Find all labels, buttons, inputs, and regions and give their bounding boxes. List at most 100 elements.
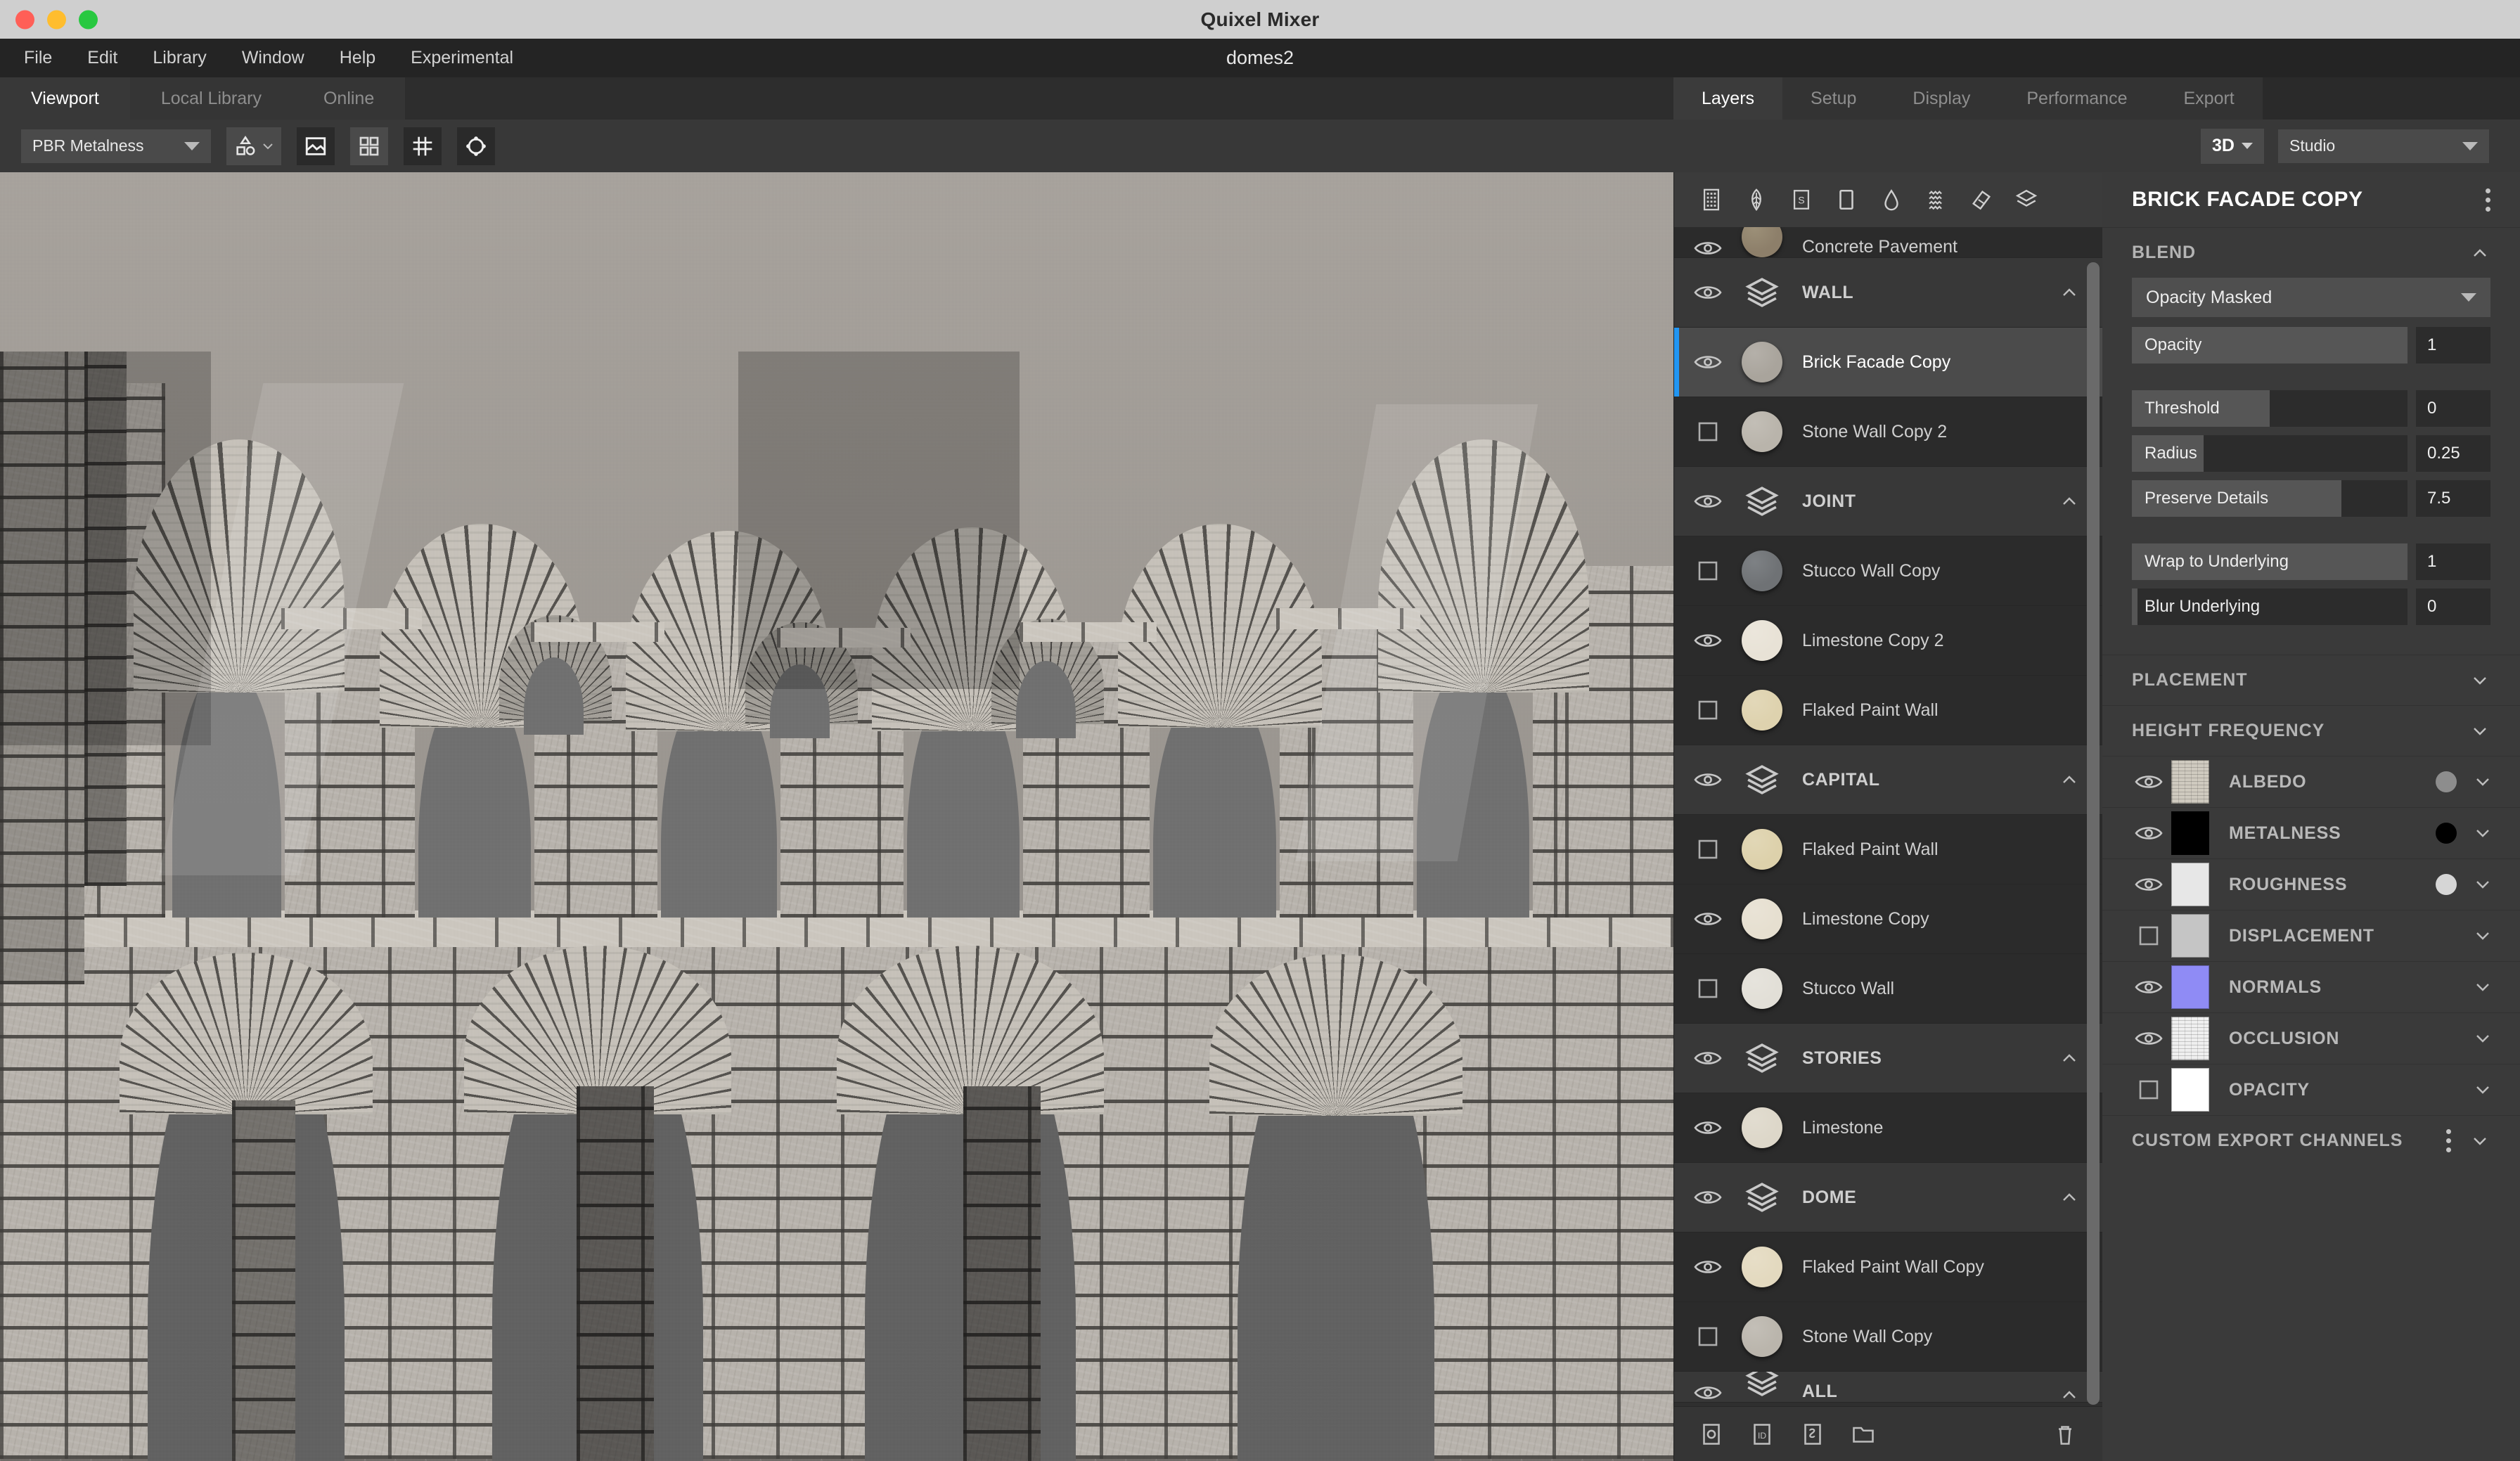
menu-file[interactable]: File: [15, 48, 70, 68]
channel-color-swatch[interactable]: [2436, 874, 2457, 895]
tab-online[interactable]: Online: [292, 77, 406, 120]
opacity-value[interactable]: 1: [2416, 327, 2490, 363]
channel-row[interactable]: ALBEDO: [2102, 756, 2520, 807]
channel-color-swatch[interactable]: [2436, 771, 2457, 792]
chevron-down-icon[interactable]: [2472, 877, 2493, 892]
primitive-shapes-button[interactable]: [226, 127, 281, 165]
paint-icon[interactable]: [1968, 186, 1995, 213]
layer-row[interactable]: Limestone Copy 2: [1674, 606, 2102, 676]
view-mode-button[interactable]: 3D: [2201, 128, 2264, 164]
visibility-eye-icon[interactable]: [2126, 824, 2171, 842]
channel-row[interactable]: METALNESS: [2102, 807, 2520, 858]
visibility-eye-icon[interactable]: [1674, 1188, 1742, 1206]
wireframe-grid-button[interactable]: [404, 127, 442, 165]
visibility-eye-icon[interactable]: [2126, 875, 2171, 894]
visibility-eye-icon[interactable]: [1674, 1258, 1742, 1276]
preserve-details-value[interactable]: 7.5: [2416, 480, 2490, 517]
radius-slider[interactable]: Radius: [2132, 435, 2408, 472]
channel-color-swatch[interactable]: [2436, 823, 2457, 844]
layer-row[interactable]: Stone Wall Copy 2: [1674, 397, 2102, 467]
layer-group-row[interactable]: STORIES: [1674, 1024, 2102, 1093]
maximize-window-button[interactable]: [79, 10, 98, 29]
chevron-up-icon[interactable]: [2059, 1051, 2080, 1065]
brick-pattern-icon[interactable]: [1698, 186, 1725, 213]
section-header-custom-export[interactable]: CUSTOM EXPORT CHANNELS: [2102, 1115, 2520, 1166]
channel-row[interactable]: NORMALS: [2102, 961, 2520, 1012]
tab-performance[interactable]: Performance: [1998, 77, 2156, 120]
layer-row[interactable]: Limestone: [1674, 1093, 2102, 1163]
visibility-off-checkbox[interactable]: [1674, 421, 1742, 442]
chevron-down-icon[interactable]: [2472, 775, 2493, 789]
layer-group-row[interactable]: CAPITAL: [1674, 745, 2102, 815]
visibility-off-checkbox[interactable]: [2126, 925, 2171, 946]
tab-display[interactable]: Display: [1884, 77, 1999, 120]
chevron-up-icon[interactable]: [2059, 285, 2080, 300]
chevron-down-icon[interactable]: [2472, 980, 2493, 994]
menu-library[interactable]: Library: [135, 48, 224, 68]
tab-setup[interactable]: Setup: [1782, 77, 1885, 120]
layers-stack-icon[interactable]: [2013, 186, 2040, 213]
radius-value[interactable]: 0.25: [2416, 435, 2490, 472]
channel-row[interactable]: OPACITY: [2102, 1064, 2520, 1115]
layer-row[interactable]: Stone Wall Copy: [1674, 1302, 2102, 1372]
layer-group-row[interactable]: ALL: [1674, 1372, 2102, 1403]
plane-icon[interactable]: [1833, 186, 1860, 213]
layer-row[interactable]: Brick Facade Copy: [1674, 328, 2102, 397]
visibility-eye-icon[interactable]: [1674, 283, 1742, 302]
wrap-to-underlying-value[interactable]: 1: [2416, 543, 2490, 580]
chevron-down-icon[interactable]: [2472, 929, 2493, 943]
blend-mode-select[interactable]: Opacity Masked: [2132, 278, 2490, 317]
threshold-slider[interactable]: Threshold: [2132, 390, 2408, 427]
custom-export-more-menu-icon[interactable]: [2446, 1129, 2451, 1152]
visibility-eye-icon[interactable]: [1674, 1384, 1742, 1402]
visibility-off-checkbox[interactable]: [1674, 560, 1742, 581]
chevron-up-icon[interactable]: [2059, 773, 2080, 787]
layer-row[interactable]: Flaked Paint Wall Copy: [1674, 1232, 2102, 1302]
image-view-button[interactable]: [297, 127, 335, 165]
visibility-eye-icon[interactable]: [1674, 631, 1742, 650]
threshold-value[interactable]: 0: [2416, 390, 2490, 427]
channel-row[interactable]: ROUGHNESS: [2102, 858, 2520, 910]
chevron-down-icon[interactable]: [2472, 1031, 2493, 1045]
visibility-off-checkbox[interactable]: [1674, 839, 1742, 860]
channel-row[interactable]: OCCLUSION: [2102, 1012, 2520, 1064]
layer-row[interactable]: Limestone Copy: [1674, 884, 2102, 954]
visibility-eye-icon[interactable]: [1674, 492, 1742, 510]
layer-group-row[interactable]: DOME: [1674, 1163, 2102, 1232]
chevron-up-icon[interactable]: [2059, 494, 2080, 508]
add-smart-material-icon[interactable]: [1799, 1421, 1826, 1448]
layer-row[interactable]: Concrete Pavement: [1674, 227, 2102, 258]
surface-s-icon[interactable]: S: [1788, 186, 1815, 213]
visibility-eye-icon[interactable]: [2126, 1029, 2171, 1048]
visibility-eye-icon[interactable]: [1674, 771, 1742, 789]
visibility-eye-icon[interactable]: [1674, 1119, 1742, 1137]
layer-row[interactable]: Stucco Wall: [1674, 954, 2102, 1024]
visibility-eye-icon[interactable]: [2126, 773, 2171, 791]
blur-underlying-slider[interactable]: Blur Underlying: [2132, 588, 2408, 625]
chevron-down-icon[interactable]: [2472, 826, 2493, 840]
quad-view-button[interactable]: [350, 127, 388, 165]
section-header-height-frequency[interactable]: HEIGHT FREQUENCY: [2102, 705, 2520, 756]
minimize-window-button[interactable]: [47, 10, 66, 29]
menu-experimental[interactable]: Experimental: [393, 48, 531, 68]
visibility-off-checkbox[interactable]: [1674, 978, 1742, 999]
visibility-off-checkbox[interactable]: [2126, 1079, 2171, 1100]
add-solid-layer-icon[interactable]: [1698, 1421, 1725, 1448]
preserve-details-slider[interactable]: Preserve Details: [2132, 480, 2408, 517]
menu-edit[interactable]: Edit: [70, 48, 135, 68]
chevron-down-icon[interactable]: [2472, 1083, 2493, 1097]
blur-underlying-value[interactable]: 0: [2416, 588, 2490, 625]
layer-group-row[interactable]: JOINT: [1674, 467, 2102, 536]
shading-model-select[interactable]: PBR Metalness: [21, 129, 211, 163]
visibility-eye-icon[interactable]: [1674, 910, 1742, 928]
visibility-eye-icon[interactable]: [1674, 1049, 1742, 1067]
environment-select[interactable]: Studio: [2278, 129, 2489, 163]
visibility-off-checkbox[interactable]: [1674, 700, 1742, 721]
wrap-to-underlying-slider[interactable]: Wrap to Underlying: [2132, 543, 2408, 580]
opacity-slider[interactable]: Opacity: [2132, 327, 2408, 363]
tab-local-library[interactable]: Local Library: [129, 77, 292, 120]
layer-group-row[interactable]: WALL: [1674, 258, 2102, 328]
viewport-3d-render[interactable]: [0, 172, 1673, 1461]
menu-window[interactable]: Window: [224, 48, 322, 68]
menu-help[interactable]: Help: [322, 48, 393, 68]
